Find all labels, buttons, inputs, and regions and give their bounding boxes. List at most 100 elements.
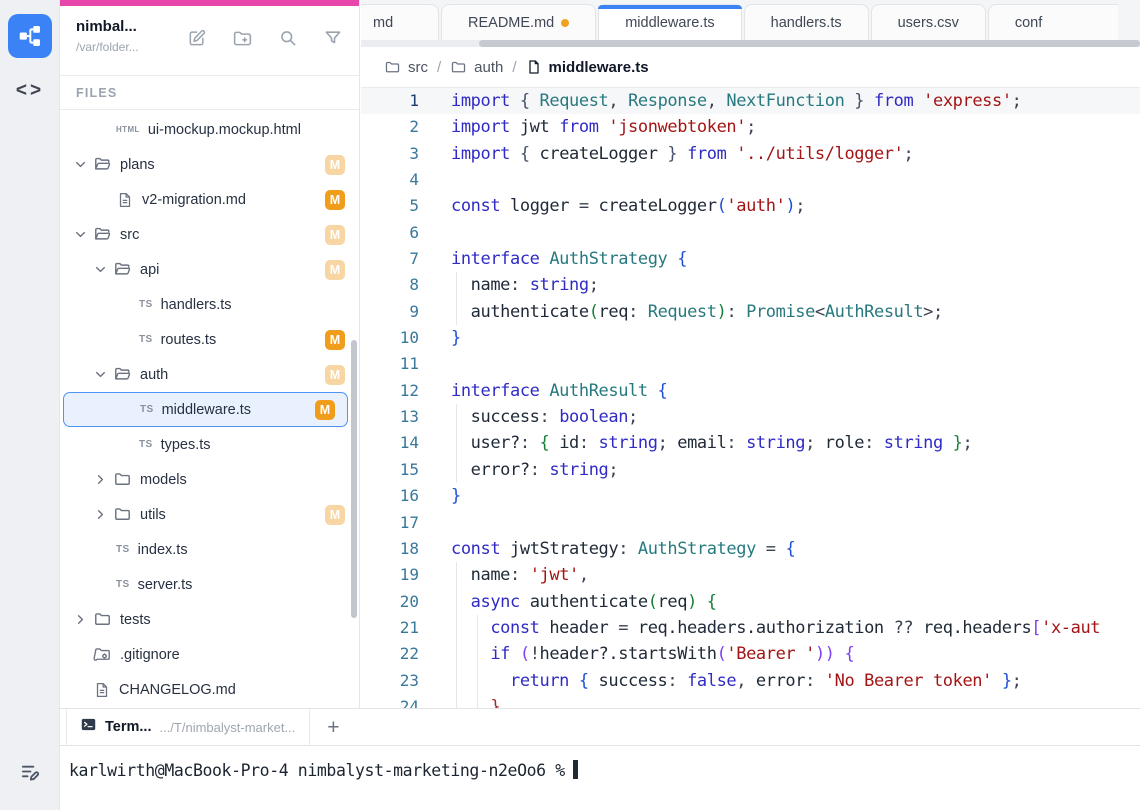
- terminal-tab[interactable]: Term... .../T/nimbalyst-market...: [66, 709, 310, 745]
- code-line-5[interactable]: 5const logger = createLogger('auth');: [361, 193, 1140, 219]
- tab-conf[interactable]: conf: [988, 4, 1118, 40]
- code-line-16[interactable]: 16}: [361, 483, 1140, 509]
- code-line-13[interactable]: 13 success: boolean;: [361, 404, 1140, 430]
- line-number: 7: [361, 246, 419, 272]
- modified-badge: M: [325, 330, 345, 350]
- tree-file-ui-mockup-mockup-html[interactable]: HTMLui-mockup.mockup.html: [60, 112, 359, 147]
- tree-folder-models[interactable]: models: [60, 462, 359, 497]
- chevron-right-icon[interactable]: [94, 508, 108, 521]
- terminal-output[interactable]: karlwirth@MacBook-Pro-4 nimbalyst-market…: [60, 747, 1140, 810]
- tree-folder-plans[interactable]: plansM: [60, 147, 359, 182]
- code-line-3[interactable]: 3import { createLogger } from '../utils/…: [361, 141, 1140, 167]
- tree-folder-api[interactable]: apiM: [60, 252, 359, 287]
- new-folder-icon[interactable]: [232, 28, 253, 54]
- breadcrumb-item-middleware-ts[interactable]: middleware.ts: [526, 59, 649, 76]
- sidebar-scrollbar[interactable]: [351, 340, 357, 618]
- code-line-12[interactable]: 12interface AuthResult {: [361, 378, 1140, 404]
- tree-file--gitignore[interactable]: .gitignore: [60, 637, 359, 672]
- activity-rail: <>: [0, 0, 60, 810]
- tab-scrollbar-thumb[interactable]: [479, 40, 1140, 47]
- code-view-icon[interactable]: <>: [0, 80, 60, 102]
- code-text: name: string;: [419, 275, 599, 295]
- code-line-8[interactable]: 8 name: string;: [361, 272, 1140, 298]
- code-line-19[interactable]: 19 name: 'jwt',: [361, 562, 1140, 588]
- editor-area: mdREADME.mdmiddleware.tshandlers.tsusers…: [361, 0, 1140, 810]
- file-name: plans: [120, 157, 155, 173]
- code-line-15[interactable]: 15 error?: string;: [361, 457, 1140, 483]
- tree-folder-auth[interactable]: authM: [60, 357, 359, 392]
- line-number: 6: [361, 220, 419, 246]
- tree-file-server-ts[interactable]: TS server.ts: [60, 567, 359, 602]
- code-line-24[interactable]: 24 }: [361, 694, 1140, 708]
- app-logo-icon[interactable]: [8, 14, 52, 58]
- tab-readme-md[interactable]: README.md: [441, 4, 596, 40]
- code-line-4[interactable]: 4: [361, 167, 1140, 193]
- tree-folder-tests[interactable]: tests: [60, 602, 359, 637]
- file-name: index.ts: [138, 542, 188, 558]
- tree-file-v2-migration-md[interactable]: v2-migration.mdM: [60, 182, 359, 217]
- notes-edit-icon[interactable]: [19, 760, 42, 788]
- tree-file-routes-ts[interactable]: TSroutes.tsM: [60, 322, 359, 357]
- code-line-22[interactable]: 22 if (!header?.startsWith('Bearer ')) {: [361, 641, 1140, 667]
- code-line-10[interactable]: 10}: [361, 325, 1140, 351]
- tab-handlers-ts[interactable]: handlers.ts: [744, 4, 869, 40]
- line-number: 11: [361, 351, 419, 377]
- code-line-6[interactable]: 6: [361, 220, 1140, 246]
- indent-guide: [456, 404, 457, 430]
- code-line-1[interactable]: 1import { Request, Response, NextFunctio…: [361, 88, 1140, 114]
- chevron-right-icon[interactable]: [94, 473, 108, 486]
- files-section-header: FILES: [60, 76, 359, 110]
- new-terminal-button[interactable]: +: [327, 717, 339, 738]
- tree-file-types-ts[interactable]: TStypes.ts: [60, 427, 359, 462]
- chevron-down-icon[interactable]: [74, 228, 88, 241]
- code-line-14[interactable]: 14 user?: { id: string; email: string; r…: [361, 430, 1140, 456]
- tree-file-handlers-ts[interactable]: TShandlers.ts: [60, 287, 359, 322]
- code-text: const jwtStrategy: AuthStrategy = {: [419, 539, 795, 559]
- tree-file-middleware-ts[interactable]: TSmiddleware.tsM: [63, 392, 348, 427]
- tab-scrollbar[interactable]: [361, 40, 1140, 47]
- chevron-down-icon[interactable]: [94, 263, 108, 276]
- indent-guide: [477, 615, 478, 641]
- modified-badge: M: [325, 505, 345, 525]
- code-line-2[interactable]: 2import jwt from 'jsonwebtoken';: [361, 114, 1140, 140]
- tree-folder-utils[interactable]: utilsM: [60, 497, 359, 532]
- code-text: authenticate(req: Request): Promise<Auth…: [419, 302, 943, 322]
- terminal-bar: Term... .../T/nimbalyst-market... +: [60, 708, 1140, 746]
- terminal-tab-path: .../T/nimbalyst-market...: [159, 720, 295, 735]
- line-number: 3: [361, 141, 419, 167]
- file-name: server.ts: [138, 577, 193, 593]
- search-icon[interactable]: [278, 28, 298, 54]
- line-number: 8: [361, 272, 419, 298]
- breadcrumb-item-auth[interactable]: auth: [450, 59, 503, 76]
- tree-folder-src[interactable]: srcM: [60, 217, 359, 252]
- code-text: if (!header?.startsWith('Bearer ')) {: [419, 644, 854, 664]
- code-line-18[interactable]: 18const jwtStrategy: AuthStrategy = {: [361, 536, 1140, 562]
- chevron-down-icon[interactable]: [74, 158, 88, 171]
- chevron-right-icon[interactable]: [74, 613, 88, 626]
- tree-file-index-ts[interactable]: TSindex.ts: [60, 532, 359, 567]
- breadcrumb-item-src[interactable]: src: [384, 59, 428, 76]
- folder-icon: [384, 59, 401, 76]
- tab-label: md: [373, 15, 393, 31]
- terminal-prompt: karlwirth@MacBook-Pro-4 nimbalyst-market…: [69, 761, 565, 780]
- tab-users-csv[interactable]: users.csv: [871, 4, 986, 40]
- file-name: routes.ts: [161, 332, 217, 348]
- code-text: [419, 170, 451, 190]
- chevron-down-icon[interactable]: [94, 368, 108, 381]
- folder-icon: [450, 59, 467, 76]
- code-line-21[interactable]: 21 const header = req.headers.authorizat…: [361, 615, 1140, 641]
- code-line-9[interactable]: 9 authenticate(req: Request): Promise<Au…: [361, 299, 1140, 325]
- tree-file-changelog-md[interactable]: CHANGELOG.md: [60, 672, 359, 707]
- code-line-17[interactable]: 17: [361, 510, 1140, 536]
- code-line-20[interactable]: 20 async authenticate(req) {: [361, 589, 1140, 615]
- edit-icon[interactable]: [187, 28, 207, 54]
- code-line-7[interactable]: 7interface AuthStrategy {: [361, 246, 1140, 272]
- code-line-11[interactable]: 11: [361, 351, 1140, 377]
- tab-middleware-ts[interactable]: middleware.ts: [598, 4, 741, 40]
- ts-file-icon: TS: [116, 579, 130, 590]
- code-text: }: [419, 697, 500, 708]
- tab-md[interactable]: md: [361, 4, 439, 40]
- filter-icon[interactable]: [323, 28, 343, 54]
- code-line-23[interactable]: 23 return { success: false, error: 'No B…: [361, 668, 1140, 694]
- code-editor[interactable]: 1import { Request, Response, NextFunctio…: [361, 88, 1140, 708]
